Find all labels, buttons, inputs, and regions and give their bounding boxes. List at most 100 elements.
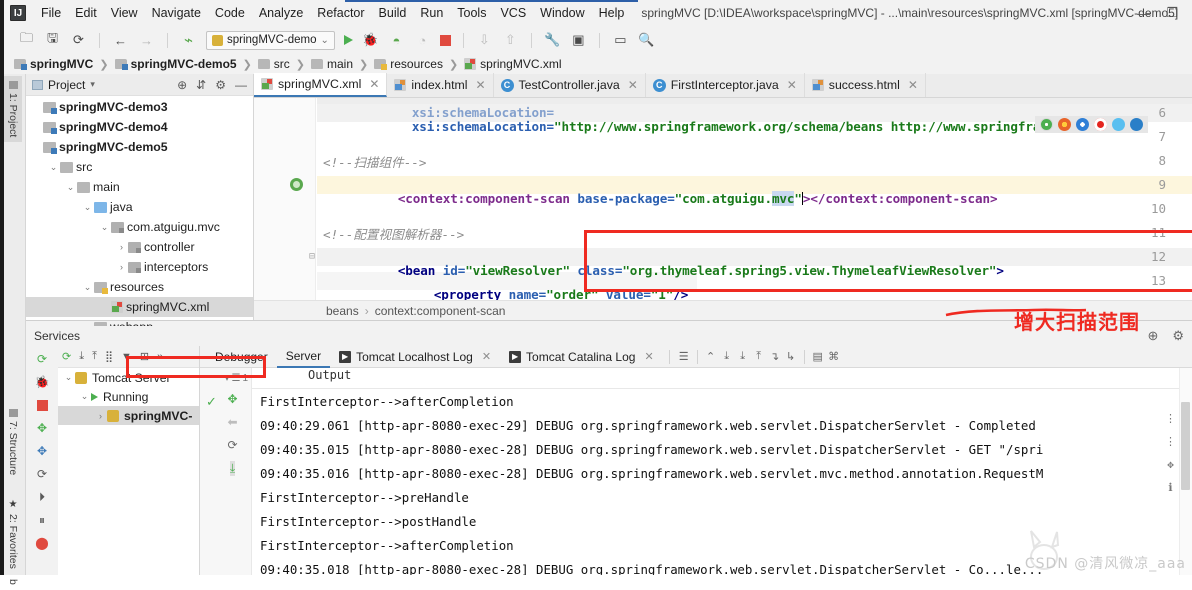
close-icon[interactable]: ✕ — [369, 77, 379, 91]
breakpoint-icon[interactable]: ⬤ — [34, 535, 50, 551]
editor-tab[interactable]: index.html ✕ — [387, 73, 494, 97]
menu-item-navigate[interactable]: Navigate — [145, 4, 208, 22]
hide-icon[interactable]: — — [235, 78, 247, 92]
minimize-button[interactable]: — — [1137, 6, 1150, 21]
expand-all-icon[interactable]: ⤓ — [79, 350, 84, 363]
more-icon[interactable]: » — [157, 351, 163, 363]
close-icon[interactable]: ✕ — [628, 78, 638, 92]
close-icon[interactable]: ✕ — [644, 350, 653, 363]
close-icon[interactable]: ✕ — [475, 78, 485, 92]
chevron-right-icon[interactable]: › — [115, 242, 128, 252]
stop-icon[interactable] — [34, 397, 50, 413]
console-action-icon-3[interactable]: ⤓ — [719, 349, 735, 365]
console-action-icon-10[interactable]: ⌘ — [826, 349, 842, 365]
console-tab[interactable]: Server — [276, 346, 331, 368]
project-tree-item[interactable]: › interceptors — [26, 257, 253, 277]
collapse-all-icon[interactable]: ⤒ — [92, 350, 97, 363]
services-tree-item[interactable]: ⌄ Running — [58, 387, 199, 406]
project-tree-item[interactable]: › controller — [26, 237, 253, 257]
opera-icon[interactable] — [1094, 118, 1107, 131]
scroll-end-icon[interactable]: ⋮ — [1165, 435, 1176, 448]
tool-window-project[interactable]: 1: Project — [4, 76, 22, 143]
ie-icon[interactable] — [1130, 118, 1143, 131]
gear-icon[interactable]: ⚙ — [215, 78, 226, 92]
console-action-icon-0[interactable]: ☰ — [676, 349, 692, 365]
close-icon[interactable]: ✕ — [787, 78, 797, 92]
chevron-down-icon[interactable]: ⌄ — [98, 222, 111, 233]
status-breadcrumb-scan[interactable]: context:component-scan — [375, 304, 506, 318]
console-scrollbar-thumb[interactable] — [1181, 402, 1190, 490]
editor-tab[interactable]: C TestController.java ✕ — [494, 73, 646, 97]
breadcrumb-item-resources[interactable]: resources — [374, 57, 443, 71]
editor-tab[interactable]: success.html ✕ — [805, 73, 926, 97]
gear-icon[interactable]: ⚙ — [1172, 328, 1184, 344]
tool-window-extra[interactable]: b — [4, 574, 22, 590]
menu-item-edit[interactable]: Edit — [68, 4, 104, 22]
menu-item-run[interactable]: Run — [413, 4, 450, 22]
project-tree-item[interactable]: ⌄ java — [26, 197, 253, 217]
debug-icon[interactable]: 🐞 — [34, 374, 50, 390]
move-icon[interactable]: ✥ — [34, 443, 50, 459]
breadcrumb-item-src[interactable]: src — [257, 57, 290, 71]
tool-window-structure[interactable]: 7: Structure — [4, 404, 22, 480]
chevron-down-icon[interactable]: ⌄ — [62, 372, 75, 383]
settings-icon[interactable]: 🔧 — [544, 32, 561, 49]
restart-icon[interactable]: ⟳ — [227, 438, 237, 452]
update-project-icon[interactable]: ⇩ — [476, 32, 493, 49]
group-icon[interactable]: ⣿ — [105, 350, 113, 363]
chevron-down-icon[interactable]: ⌄ — [64, 182, 77, 193]
menu-item-view[interactable]: View — [104, 4, 145, 22]
breadcrumb-item-module[interactable]: springMVC-demo5 — [114, 57, 237, 71]
sync-icon[interactable]: ⟳ — [70, 32, 87, 49]
search-icon[interactable]: 🔍 — [638, 32, 655, 49]
run-configuration-selector[interactable]: springMVC-demo ⌄ — [206, 30, 335, 50]
console-action-icon-4[interactable]: ⤓ — [735, 349, 751, 365]
back-icon[interactable]: ⬅ — [227, 415, 237, 429]
tool-window-favorites[interactable]: ★ 2: Favorites — [4, 494, 22, 574]
menu-item-help[interactable]: Help — [592, 4, 632, 22]
locate-icon[interactable]: ⊕ — [177, 78, 187, 92]
run-coverage-icon[interactable]: ◓ — [388, 32, 405, 49]
project-tree-item[interactable]: springMVC.xml — [26, 297, 253, 317]
project-tree-item[interactable]: springMVC-demo5 — [26, 137, 253, 157]
project-structure-icon[interactable]: ▣ — [570, 32, 587, 49]
console-action-icon-6[interactable]: ↴ — [767, 349, 783, 365]
chevron-down-icon[interactable]: ⌄ — [81, 282, 94, 293]
console-tab[interactable]: Debugger — [206, 347, 277, 367]
breadcrumb-item-file[interactable]: springMVC.xml — [464, 57, 562, 71]
services-tree-item[interactable]: › springMVC- — [58, 406, 199, 425]
help-icon[interactable]: ⊕ — [1147, 328, 1158, 344]
menu-item-tools[interactable]: Tools — [450, 4, 493, 22]
project-tree-item[interactable]: springMVC-demo3 — [26, 97, 253, 117]
restore-button[interactable]: ❐ — [1166, 5, 1178, 21]
resume-icon[interactable]: ⏵ — [34, 489, 50, 505]
chevron-right-icon[interactable]: › — [94, 411, 107, 421]
soft-wrap-icon[interactable]: ⋮ — [1165, 412, 1176, 425]
expand-icon[interactable]: ✥ — [34, 420, 50, 436]
firefox-icon[interactable] — [1058, 118, 1071, 131]
run-icon[interactable] — [343, 35, 353, 45]
chevron-right-icon[interactable]: › — [115, 262, 128, 272]
debug-icon[interactable]: 🐞 — [362, 32, 379, 49]
filter-small-icon[interactable]: ▾ — [224, 373, 229, 384]
status-breadcrumb-beans[interactable]: beans — [326, 304, 359, 318]
chevron-down-icon[interactable]: ⌄ — [81, 202, 94, 213]
restart-icon[interactable]: ⟳ — [34, 466, 50, 482]
commit-icon[interactable]: ⇧ — [502, 32, 519, 49]
list-icon[interactable]: ☰ — [231, 373, 240, 384]
menu-item-refactor[interactable]: Refactor — [310, 4, 371, 22]
forward-icon[interactable]: → — [138, 32, 155, 49]
stop-icon[interactable] — [439, 34, 451, 46]
chevron-down-icon[interactable]: ⌄ — [47, 162, 60, 173]
filter-icon[interactable]: ▼ — [121, 351, 132, 363]
console-action-icon-2[interactable]: ⌃ — [703, 349, 719, 365]
menu-item-file[interactable]: File — [34, 4, 68, 22]
project-tree-item[interactable]: ⌄ resources — [26, 277, 253, 297]
close-icon[interactable]: ✕ — [908, 78, 918, 92]
services-tree-item[interactable]: ⌄ Tomcat Server — [58, 368, 199, 387]
open-folder-icon[interactable]: 🗀 — [18, 30, 35, 49]
deploy-icon[interactable]: ⤓ — [229, 461, 236, 476]
console-action-icon-7[interactable]: ↳ — [783, 349, 799, 365]
console-action-icon-5[interactable]: ⤒ — [751, 349, 767, 365]
collapse-all-icon[interactable]: ⇵ — [196, 78, 206, 92]
